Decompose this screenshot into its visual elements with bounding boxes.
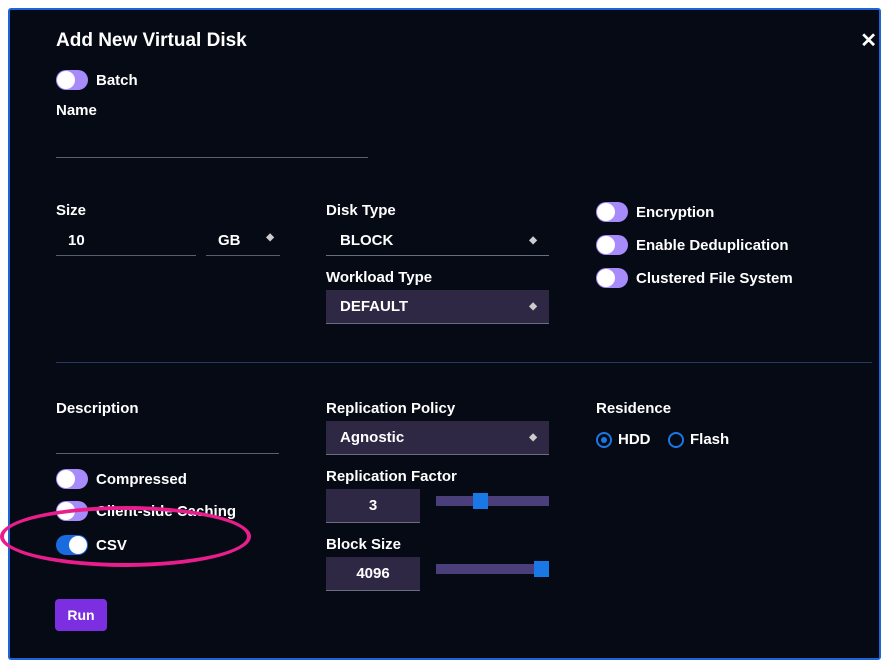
batch-toggle[interactable]: Batch xyxy=(56,70,138,90)
residence-flash-label: Flash xyxy=(690,431,730,448)
radio-dot xyxy=(601,436,607,443)
toggle-knob xyxy=(57,71,75,89)
clustered-fs-toggle[interactable]: Clustered File System xyxy=(596,268,793,288)
slider-thumb[interactable] xyxy=(473,493,488,509)
toggle-knob xyxy=(597,203,615,221)
name-input[interactable] xyxy=(56,134,368,158)
toggle-knob xyxy=(597,236,615,254)
size-label: Size xyxy=(56,202,87,219)
disk-type-value: BLOCK xyxy=(340,232,394,249)
close-icon[interactable]: ✕ xyxy=(860,28,877,53)
workload-type-select[interactable]: DEFAULT ◆ xyxy=(326,290,549,324)
name-label: Name xyxy=(56,102,97,119)
description-input[interactable] xyxy=(56,430,279,454)
description-label: Description xyxy=(56,400,139,417)
toggle-track xyxy=(56,70,88,90)
deduplication-label: Enable Deduplication xyxy=(636,236,789,254)
residence-label: Residence xyxy=(596,400,672,417)
chevron-updown-icon: ◆ xyxy=(529,301,537,312)
toggle-knob xyxy=(597,269,615,287)
compressed-toggle[interactable]: Compressed xyxy=(56,469,187,489)
replication-factor-input[interactable]: 3 xyxy=(326,489,420,523)
section-divider xyxy=(56,362,872,363)
replication-factor-slider[interactable] xyxy=(436,493,549,509)
slider-thumb[interactable] xyxy=(534,561,549,577)
compressed-label: Compressed xyxy=(96,470,187,488)
disk-type-select[interactable]: BLOCK ◆ xyxy=(326,226,549,256)
size-unit-value: GB xyxy=(218,232,241,249)
batch-label: Batch xyxy=(96,71,138,89)
clustered-fs-label: Clustered File System xyxy=(636,269,793,287)
residence-hdd-radio[interactable]: HDD xyxy=(596,431,651,448)
chevron-updown-icon: ◆ xyxy=(529,432,537,443)
chevron-updown-icon: ◆ xyxy=(266,232,274,243)
block-size-input[interactable]: 4096 xyxy=(326,557,420,591)
workload-type-value: DEFAULT xyxy=(340,298,409,315)
disk-type-label: Disk Type xyxy=(326,202,396,219)
replication-policy-value: Agnostic xyxy=(340,429,405,446)
residence-flash-radio[interactable]: Flash xyxy=(668,431,729,448)
block-size-slider[interactable] xyxy=(436,561,549,577)
replication-policy-select[interactable]: Agnostic ◆ xyxy=(326,421,549,455)
toggle-track xyxy=(596,235,628,255)
run-button[interactable]: Run xyxy=(55,599,107,631)
radio-circle xyxy=(596,431,612,448)
encryption-toggle[interactable]: Encryption xyxy=(596,202,714,222)
size-unit-select[interactable]: GB ◆ xyxy=(206,230,280,256)
toggle-track xyxy=(56,469,88,489)
size-input[interactable]: 10 xyxy=(56,230,196,256)
encryption-label: Encryption xyxy=(636,203,715,221)
toggle-track xyxy=(596,202,628,222)
dialog-title: Add New Virtual Disk xyxy=(56,30,247,51)
residence-hdd-label: HDD xyxy=(618,431,651,448)
csv-highlight-annotation xyxy=(0,506,251,567)
radio-circle xyxy=(668,431,684,448)
replication-factor-label: Replication Factor xyxy=(326,468,457,485)
toggle-track xyxy=(596,268,628,288)
workload-type-label: Workload Type xyxy=(326,269,433,286)
deduplication-toggle[interactable]: Enable Deduplication xyxy=(596,235,789,255)
chevron-updown-icon: ◆ xyxy=(529,235,537,246)
toggle-knob xyxy=(57,470,75,488)
replication-policy-label: Replication Policy xyxy=(326,400,456,417)
block-size-label: Block Size xyxy=(326,536,402,553)
